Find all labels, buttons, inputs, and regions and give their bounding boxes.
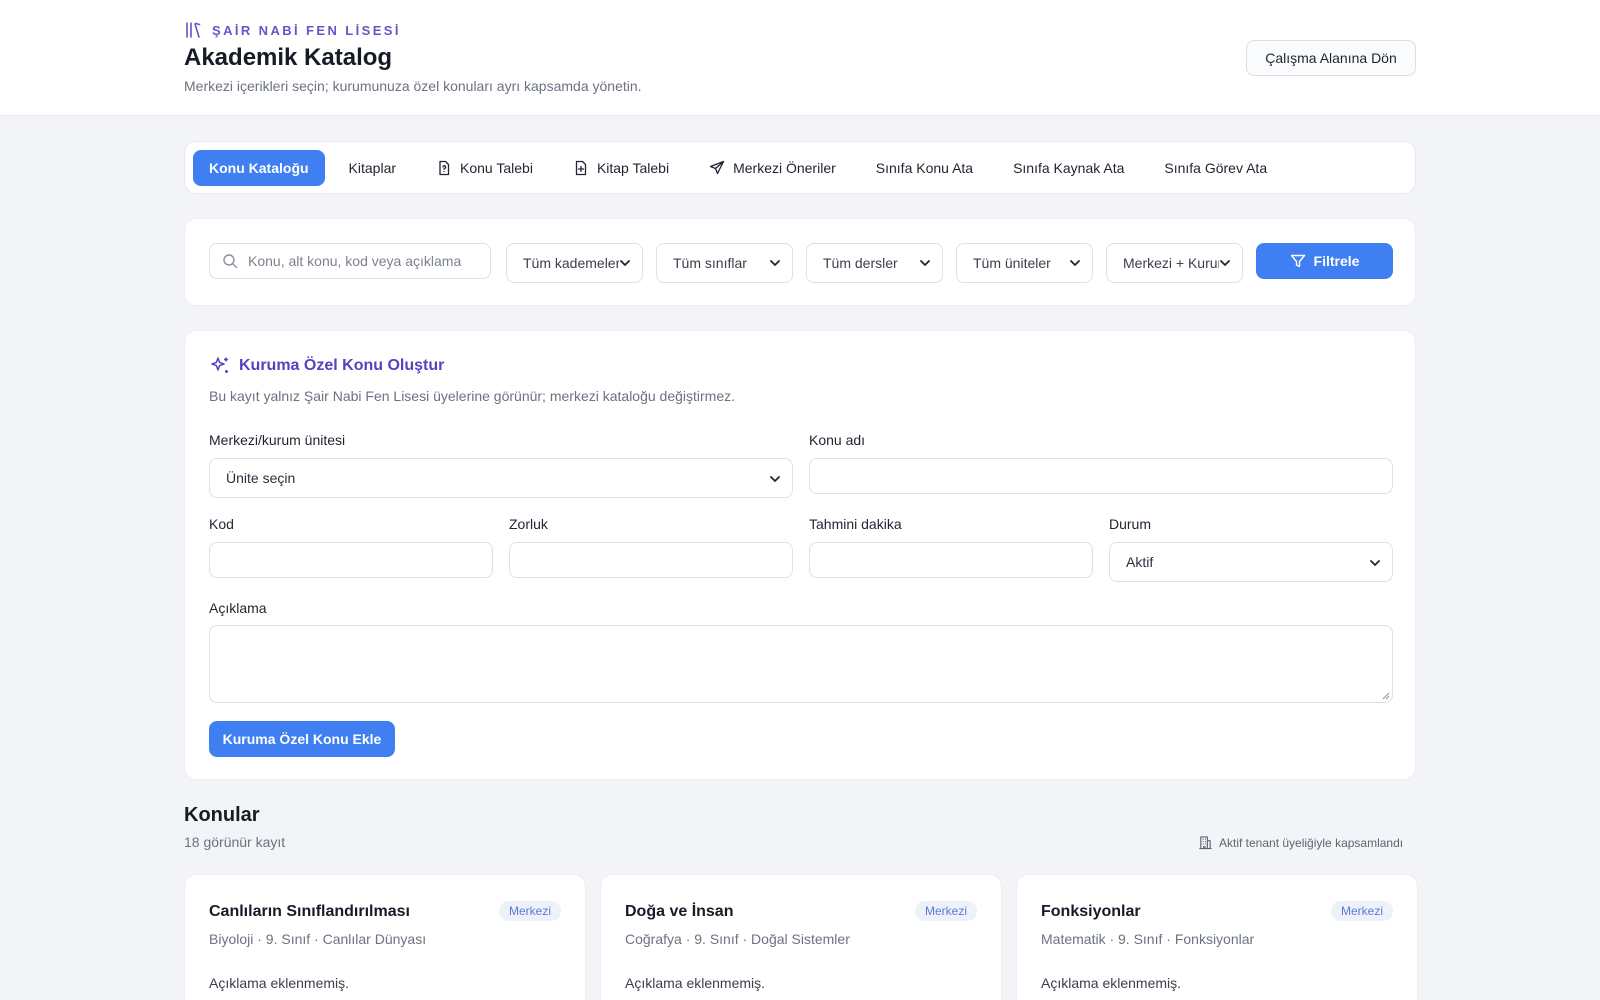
unit-label: Merkezi/kurum ünitesi [209, 432, 346, 448]
topic-card[interactable]: Canlıların Sınıflandırılması Merkezi Biy… [184, 874, 586, 1000]
back-to-workspace-button[interactable]: Çalışma Alanına Dön [1246, 40, 1416, 76]
topic-meta: Matematik · 9. Sınıf · Fonksiyonlar [1041, 931, 1255, 947]
chevron-down-icon [920, 260, 930, 266]
file-question-icon [439, 160, 450, 175]
tab-central-suggestions[interactable]: Merkezi Öneriler [693, 150, 852, 186]
filter-button-label: Filtrele [1313, 253, 1360, 269]
description-textarea[interactable] [209, 625, 1393, 703]
tab-label: Sınıfa Konu Ata [875, 159, 974, 176]
topic-description: Açıklama eklenmemiş. [625, 975, 766, 991]
add-custom-topic-button[interactable]: Kuruma Özel Konu Ekle [209, 721, 395, 757]
status-select[interactable]: Aktif [1109, 542, 1393, 582]
topic-name-label: Konu adı [809, 432, 866, 448]
tab-bar: Konu Kataloğu Kitaplar Konu Talebi Kitap… [184, 141, 1416, 194]
tab-label: Merkezi Öneriler [733, 159, 836, 176]
difficulty-input[interactable] [509, 542, 793, 578]
page-subtitle: Merkezi içerikleri seçin; kurumunuza öze… [184, 78, 642, 94]
search-icon [223, 254, 238, 269]
scope-note: Aktif tenant üyeliğiyle kapsamlandı [1198, 835, 1403, 850]
tab-assign-resource-to-class[interactable]: Sınıfa Kaynak Ata [997, 150, 1140, 186]
scope-badge: Merkezi [1330, 901, 1393, 921]
class-select[interactable]: Tüm sınıflar [656, 243, 793, 283]
tab-topic-request[interactable]: Konu Talebi [420, 150, 549, 186]
topic-title: Doğa ve İnsan [625, 903, 734, 920]
select-value: Tüm kademeler [523, 255, 619, 271]
topic-card[interactable]: Fonksiyonlar Merkezi Matematik · 9. Sını… [1016, 874, 1418, 1000]
tab-topic-catalog[interactable]: Konu Kataloğu [193, 149, 325, 186]
resize-grip-icon[interactable] [1382, 692, 1390, 700]
topics-count: 18 görünür kayıt [184, 834, 286, 850]
select-value: Ünite seçin [226, 470, 296, 486]
search-box[interactable] [209, 243, 491, 279]
file-plus-icon [575, 160, 587, 175]
topic-name-input[interactable] [809, 458, 1393, 494]
subject-select[interactable]: Tüm dersler [806, 243, 943, 283]
sparkles-icon [211, 357, 228, 373]
level-select[interactable]: Tüm kademeler [506, 243, 643, 283]
chevron-down-icon [620, 260, 630, 266]
topic-meta: Biyoloji · 9. Sınıf · Canlılar Dünyası [209, 931, 427, 947]
minutes-label: Tahmini dakika [809, 516, 902, 532]
select-value: Merkezi + Kurum [1123, 255, 1219, 271]
search-input[interactable] [248, 253, 478, 269]
chevron-down-icon [1370, 560, 1380, 566]
tab-label: Sınıfa Kaynak Ata [1013, 159, 1125, 176]
chevron-down-icon [770, 476, 780, 482]
code-label: Kod [209, 516, 234, 532]
chevron-down-icon [1070, 260, 1080, 266]
tab-label: Konu Talebi [460, 159, 533, 176]
page-title: Akademik Katalog [184, 44, 393, 71]
form-title: Kuruma Özel Konu Oluştur [209, 355, 444, 377]
filter-panel: Tüm kademeler Tüm sınıflar Tüm dersler T… [184, 218, 1416, 306]
scope-note-text: Aktif tenant üyeliğiyle kapsamlandı [1219, 835, 1404, 850]
unit-select[interactable]: Ünite seçin [209, 458, 793, 498]
form-description: Bu kayıt yalnız Şair Nabi Fen Lisesi üye… [209, 388, 736, 404]
create-topic-form: Kuruma Özel Konu Oluştur Bu kayıt yalnız… [184, 330, 1416, 780]
scope-badge: Merkezi [498, 901, 561, 921]
chevron-down-icon [770, 260, 780, 266]
tab-book-request[interactable]: Kitap Talebi [557, 150, 685, 186]
chevron-down-icon [1220, 260, 1230, 266]
minutes-input[interactable] [809, 542, 1093, 578]
tab-books[interactable]: Kitaplar [333, 150, 412, 186]
topic-meta: Coğrafya · 9. Sınıf · Doğal Sistemler [625, 931, 850, 947]
topic-title: Fonksiyonlar [1041, 903, 1141, 920]
topic-description: Açıklama eklenmemiş. [209, 975, 350, 991]
select-value: Tüm dersler [823, 255, 898, 271]
scope-badge: Merkezi [914, 901, 977, 921]
code-input[interactable] [209, 542, 493, 578]
tab-assign-task-to-class[interactable]: Sınıfa Görev Ata [1148, 150, 1283, 186]
topic-description: Açıklama eklenmemiş. [1041, 975, 1182, 991]
filter-button[interactable]: Filtrele [1256, 243, 1393, 279]
description-label: Açıklama [209, 600, 267, 616]
brand-name: ŞAİR NABİ FEN LİSESİ [212, 22, 401, 38]
tab-label: Konu Kataloğu [209, 159, 309, 176]
form-title-text: Kuruma Özel Konu Oluştur [239, 357, 445, 374]
select-value: Aktif [1126, 554, 1154, 570]
tab-label: Kitaplar [348, 159, 397, 176]
scope-select[interactable]: Merkezi + Kurum [1106, 243, 1243, 283]
tab-label: Sınıfa Görev Ata [1164, 159, 1268, 176]
unit-select[interactable]: Tüm üniteler [956, 243, 1093, 283]
building-icon [1199, 836, 1212, 850]
tab-label: Kitap Talebi [596, 159, 670, 176]
page-header: ŞAİR NABİ FEN LİSESİ Akademik Katalog Me… [0, 0, 1600, 116]
send-icon [709, 160, 725, 174]
brand: ŞAİR NABİ FEN LİSESİ [184, 20, 401, 40]
select-value: Tüm sınıflar [673, 255, 747, 271]
difficulty-label: Zorluk [509, 516, 548, 532]
status-label: Durum [1109, 516, 1152, 532]
topics-heading: Konular [184, 804, 260, 826]
library-icon [186, 22, 201, 38]
select-value: Tüm üniteler [973, 255, 1051, 271]
tab-assign-topic-to-class[interactable]: Sınıfa Konu Ata [860, 150, 989, 186]
topic-card[interactable]: Doğa ve İnsan Merkezi Coğrafya · 9. Sını… [600, 874, 1002, 1000]
topic-title: Canlıların Sınıflandırılması [209, 903, 410, 920]
funnel-icon [1290, 254, 1305, 268]
